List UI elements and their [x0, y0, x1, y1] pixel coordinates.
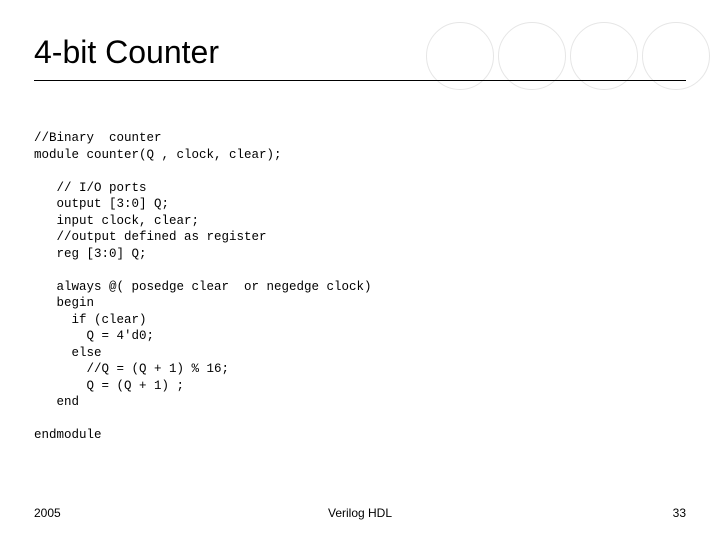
footer-subject: Verilog HDL	[328, 506, 392, 520]
footer-page-number: 33	[673, 506, 686, 520]
title-underline	[34, 80, 686, 81]
slide-title: 4-bit Counter	[34, 34, 219, 71]
code-block: //Binary counter module counter(Q , cloc…	[34, 130, 372, 444]
footer-year: 2005	[34, 506, 61, 520]
